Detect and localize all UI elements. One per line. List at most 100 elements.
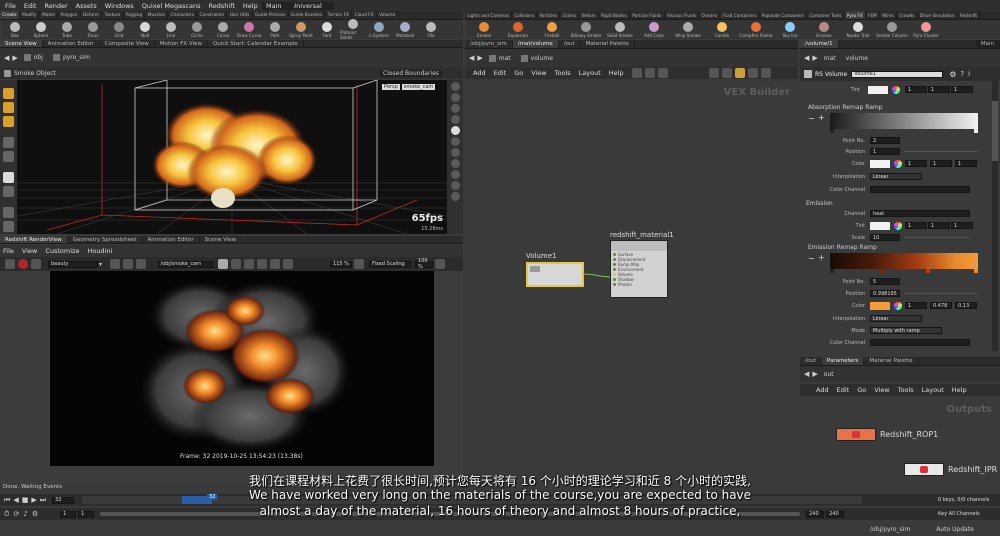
render-option-icon[interactable] — [110, 259, 121, 269]
color-r[interactable]: 1 — [905, 160, 927, 167]
params-tab-volume[interactable]: /volume/1 — [800, 40, 839, 48]
shelf-tool-button[interactable]: Circle — [184, 21, 210, 38]
help-icon[interactable]: ? — [960, 70, 964, 78]
shelf-tab[interactable]: Create — [0, 11, 20, 19]
volume-node[interactable] — [526, 262, 584, 287]
shelf-tool-button[interactable]: Campfire Flame — [739, 21, 773, 38]
view-tool-icon[interactable] — [3, 186, 14, 197]
em-color-b[interactable]: 0.13 — [955, 302, 977, 309]
shelf-tab[interactable]: Particles — [537, 11, 561, 19]
shelf-tool-button[interactable]: Line — [158, 21, 184, 38]
crumb-out[interactable]: out — [824, 371, 834, 378]
forward-arrow-icon[interactable]: ▶ — [477, 54, 482, 62]
crumb-volume[interactable]: volume — [846, 55, 868, 62]
viewport-tab[interactable]: Quick Start: Calendar Example — [208, 40, 304, 47]
back-arrow-icon[interactable]: ◀ — [804, 370, 809, 378]
render-option-icon[interactable] — [123, 259, 134, 269]
path-sim[interactable]: pyro_sim — [63, 54, 90, 61]
move-tool-icon[interactable] — [3, 102, 14, 113]
em-position-slider[interactable] — [904, 293, 978, 294]
shelf-tab[interactable]: Pyro FX — [844, 11, 866, 19]
shelf-tab[interactable]: FEM — [866, 11, 880, 19]
em-ramp-add-icon[interactable]: + — [818, 253, 825, 262]
out-menu-item[interactable]: Layout — [922, 386, 944, 394]
back-arrow-icon[interactable]: ◀ — [4, 54, 9, 62]
shelf-tool-button[interactable]: Metaball — [392, 21, 418, 38]
shelf-tab[interactable]: Redshift — [958, 11, 981, 19]
menu-item[interactable]: Render — [44, 2, 67, 10]
ramp-remove-icon[interactable]: − — [808, 114, 815, 123]
forward-arrow-icon[interactable]: ▶ — [812, 54, 817, 62]
shelf-tool-button[interactable]: Billowy Smoke — [569, 21, 603, 38]
out-menu-item[interactable]: View — [874, 386, 889, 394]
shelf-tool-button[interactable]: Grid — [106, 21, 132, 38]
display-option-icon[interactable] — [450, 170, 460, 179]
ramp-add-icon[interactable]: + — [818, 113, 825, 122]
shelf-tool-button[interactable]: Draw Curve — [236, 21, 262, 38]
shelf-tab[interactable]: Grains — [560, 11, 580, 19]
network-tool-icon[interactable] — [748, 68, 758, 78]
network-menu-item[interactable]: Layout — [579, 69, 601, 77]
network-tab[interactable]: /obj/pyro_sim — [465, 40, 513, 48]
crumb-mat[interactable]: mat — [499, 55, 511, 62]
menu-item[interactable]: Redshift — [209, 2, 235, 10]
em-color-channel-field[interactable] — [870, 339, 970, 346]
desktop-selector-right[interactable]: Main — [262, 1, 294, 10]
3d-viewport[interactable]: 65fps 15.28ms — [17, 80, 447, 234]
shelf-tab[interactable]: Cloud FX — [352, 11, 377, 19]
forward-arrow-icon[interactable]: ▶ — [812, 370, 817, 378]
renderview-tab[interactable]: Redshift RenderView — [0, 236, 68, 243]
em-color-wheel-icon[interactable] — [894, 302, 902, 310]
forward-arrow-icon[interactable]: ▶ — [12, 54, 17, 62]
renderview-tab[interactable]: Animation Editor — [143, 236, 200, 243]
em-tint-swatch[interactable] — [870, 222, 890, 230]
shelf-tab[interactable]: Oceans — [699, 11, 721, 19]
display-option-icon[interactable] — [450, 181, 460, 190]
out-menu-item[interactable]: Help — [952, 386, 967, 394]
crumb-volume[interactable]: volume — [531, 55, 553, 62]
renderview-menu-item[interactable]: File — [3, 247, 14, 255]
shelf-tab[interactable]: Drive Simulation — [918, 11, 958, 19]
shelf-tool-button[interactable]: Null — [132, 21, 158, 38]
shelf-tool-button[interactable]: Smoke — [467, 21, 501, 38]
em-ramp-markers[interactable] — [830, 269, 978, 273]
shelf-tool-button[interactable]: Solid Smoke — [603, 21, 637, 38]
position-slider[interactable] — [904, 151, 978, 152]
display-option-icon[interactable] — [450, 148, 460, 157]
em-position-field[interactable]: 0.998195 — [870, 290, 900, 297]
network-tool-icon[interactable] — [709, 68, 719, 78]
shelf-tool-button[interactable]: Explosion — [501, 21, 535, 38]
shelf-tool-button[interactable]: Spray Paint — [288, 21, 314, 38]
color-swatch[interactable] — [870, 160, 890, 168]
em-color-r[interactable]: 1 — [905, 302, 927, 309]
viewport-tab[interactable]: Scene View — [0, 40, 43, 47]
out-menu-item[interactable]: Tools — [898, 386, 914, 394]
menu-item[interactable]: Edit — [24, 2, 37, 10]
shelf-tool-button[interactable]: Sky Ice — [773, 21, 807, 38]
shelf-tool-button[interactable]: Wisp Smoke — [671, 21, 705, 38]
network-tool-icon[interactable] — [761, 68, 771, 78]
tint-color-wheel-icon[interactable] — [892, 86, 900, 94]
persp-menu[interactable]: Persp — [382, 84, 400, 90]
shelf-tab[interactable]: Container Tools — [807, 11, 845, 19]
render-option-icon[interactable] — [217, 259, 228, 269]
tint-g[interactable]: 1 — [928, 86, 950, 93]
select-tool-icon[interactable] — [3, 88, 14, 99]
shelf-tool-button[interactable]: Curve — [210, 21, 236, 38]
out-tab[interactable]: /out — [800, 357, 822, 365]
shelf-tab[interactable]: Volume — [377, 11, 399, 19]
shelf-tab[interactable]: Terrain FX — [325, 11, 353, 19]
shelf-tool-button[interactable]: Fireball — [535, 21, 569, 38]
shelf-tool-button[interactable]: Candle — [705, 21, 739, 38]
render-option-icon[interactable] — [230, 259, 241, 269]
display-option-icon[interactable] — [450, 115, 460, 124]
em-color-swatch[interactable] — [870, 302, 890, 310]
out-menu-item[interactable]: Go — [857, 386, 866, 394]
network-tab[interactable]: /mat/volume — [512, 40, 559, 48]
color-channel-field[interactable] — [870, 186, 970, 193]
material-port[interactable]: Photon — [613, 282, 665, 287]
aov-select[interactable]: beauty — [48, 260, 98, 268]
shelf-tab[interactable]: Particle Fluids — [630, 11, 665, 19]
shelf-tool-button[interactable]: Font — [314, 21, 340, 38]
em-color-g[interactable]: 0.478 — [930, 302, 952, 309]
